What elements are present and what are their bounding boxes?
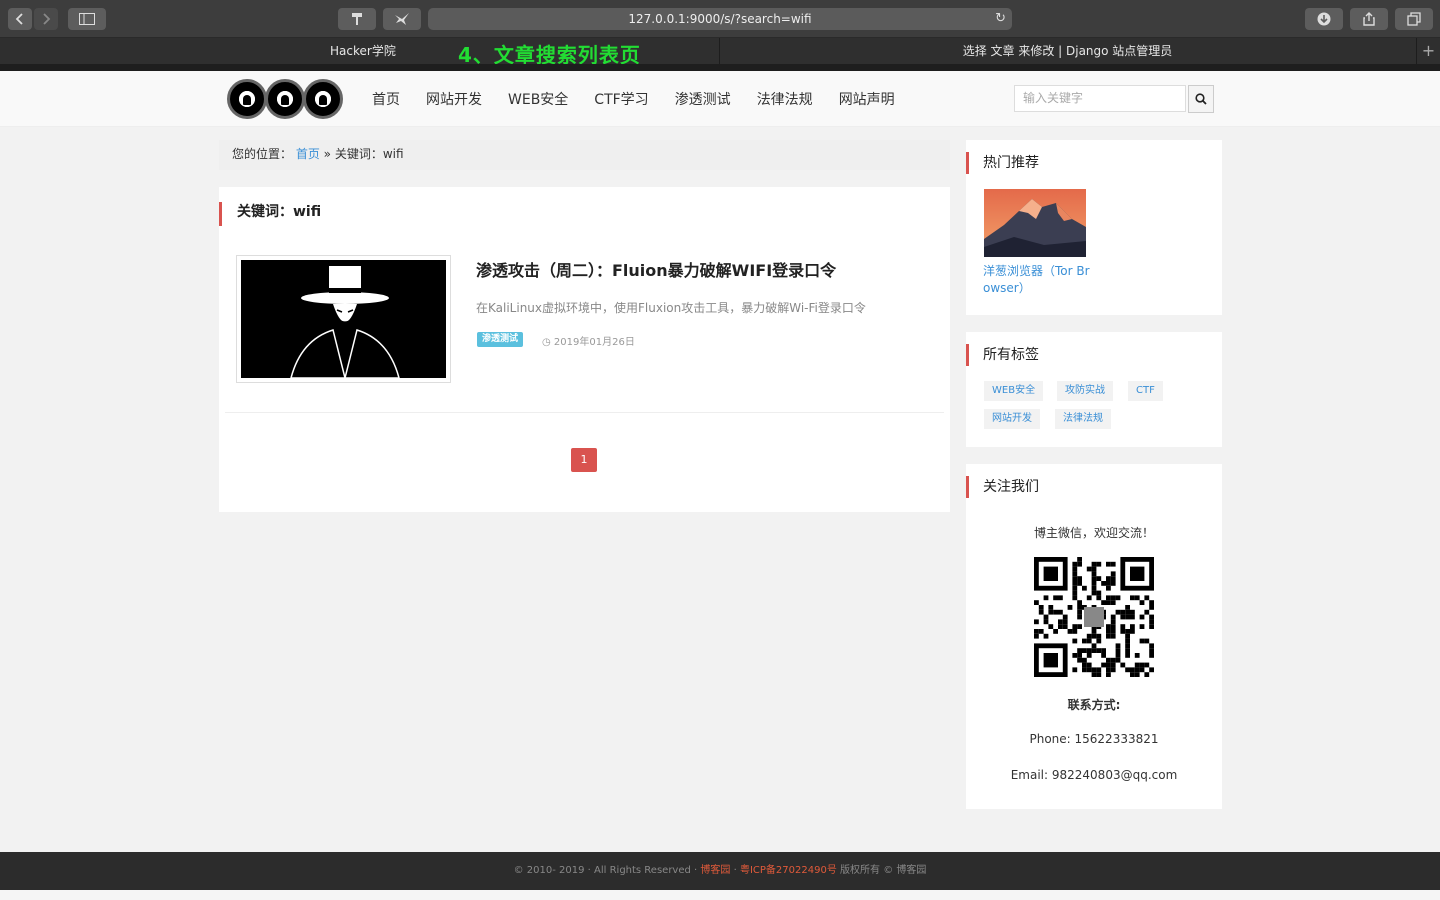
url-text: 127.0.0.1:9000/s/?search=wifi [628, 12, 812, 26]
search-input[interactable]: 输入关键字 [1014, 85, 1186, 112]
chevron-left-icon [15, 13, 23, 25]
bird-icon [395, 13, 409, 25]
site-header: 首页 网站开发 WEB安全 CTF学习 渗透测试 法律法规 网站声明 输入关键字 [0, 71, 1440, 127]
article-title-link[interactable]: 渗透攻击（周二）：Fluion暴力破解WIFI登录口令 [476, 257, 836, 281]
tags-widget: 所有标签 WEB安全 攻防实战 CTF 网站开发 法律法规 [966, 332, 1222, 447]
address-bar[interactable]: 127.0.0.1:9000/s/?search=wifi ↻ [428, 8, 1012, 30]
widget-title: 所有标签 [966, 344, 1039, 366]
icp-link[interactable]: 粤ICP备27022490号 [740, 865, 837, 876]
forward-button[interactable] [34, 8, 58, 30]
wechat-invite: 博主微信，欢迎交流！ [1033, 526, 1154, 540]
article-date-text: 2019年01月26日 [553, 337, 635, 348]
browser-toolbar: 127.0.0.1:9000/s/?search=wifi ↻ [0, 0, 1440, 38]
site-footer: © 2010- 2019 · All Rights Reserved · 博客园… [0, 852, 1440, 890]
follow-widget: 关注我们 博主微信，欢迎交流！ 联系方式: Phone: 15622333821… [966, 464, 1222, 809]
breadcrumb-prefix: 您的位置： [232, 147, 293, 161]
search-icon [1195, 93, 1207, 105]
footer-site-link[interactable]: 博客园 [700, 865, 730, 876]
new-tab-button[interactable]: + [1416, 38, 1440, 64]
tabs-overview-button[interactable] [1395, 8, 1433, 30]
widget-title: 关注我们 [966, 476, 1039, 498]
site-logo[interactable] [227, 79, 343, 119]
tag-web-security[interactable]: WEB安全 [984, 381, 1044, 401]
tag-web-dev[interactable]: 网站开发 [984, 409, 1040, 429]
tab-label: Hacker学院 [330, 44, 396, 58]
article-thumbnail[interactable] [236, 255, 451, 383]
footer-dot: · [733, 865, 737, 876]
nav-web-dev[interactable]: 网站开发 [426, 89, 482, 109]
chevron-right-icon [43, 13, 51, 25]
tag-law[interactable]: 法律法规 [1055, 409, 1111, 429]
nav-home[interactable]: 首页 [372, 89, 400, 109]
main-nav: 首页 网站开发 WEB安全 CTF学习 渗透测试 法律法规 网站声明 [372, 71, 921, 127]
tag-attack-defense[interactable]: 攻防实战 [1057, 381, 1113, 401]
share-icon [1363, 12, 1375, 26]
back-button[interactable] [8, 8, 32, 30]
hot-recommend-widget: 热门推荐 洋葱浏览器（Tor Browser） [966, 140, 1222, 315]
sidebar-icon [79, 13, 95, 25]
copyright-text: © 2010- 2019 · All Rights Reserved · [513, 865, 698, 876]
nav-web-security[interactable]: WEB安全 [508, 89, 568, 109]
nav-ctf[interactable]: CTF学习 [594, 89, 648, 109]
sidebar-toggle-button[interactable] [68, 8, 106, 30]
breadcrumb-home-link[interactable]: 首页 [296, 147, 320, 161]
tab-label: 选择 文章 来修改 | Django 站点管理员 [962, 44, 1173, 58]
nav-statement[interactable]: 网站声明 [839, 89, 895, 109]
nav-law[interactable]: 法律法规 [757, 89, 813, 109]
downloads-button[interactable] [1305, 8, 1343, 30]
article-category-badge[interactable]: 渗透测试 [477, 332, 524, 347]
extension-bird-button[interactable] [383, 8, 421, 30]
breadcrumb-separator: » [319, 147, 335, 161]
breadcrumb-current: 关键词：wifi [334, 147, 404, 161]
mountain-thumbnail[interactable] [984, 189, 1086, 257]
share-button[interactable] [1350, 8, 1388, 30]
widget-title: 热门推荐 [966, 152, 1039, 174]
bottom-strip [0, 890, 1440, 900]
hammer-icon [352, 13, 362, 25]
rights-text: 版权所有 © 博客园 [840, 865, 927, 876]
hot-article-link[interactable]: 洋葱浏览器（Tor Browser） [983, 263, 1093, 297]
tabs-icon [1407, 12, 1421, 26]
nav-pentest[interactable]: 渗透测试 [675, 89, 731, 109]
contact-label: 联系方式: [1067, 698, 1121, 712]
article-date: ◷ 2019年01月26日 [542, 333, 635, 348]
divider [225, 412, 944, 413]
search-results-panel: 关键词：wifi 渗透攻击（周二）：Fluion暴力破解WIFI登录口令 在Ka… [219, 187, 950, 512]
github-icon [265, 79, 305, 119]
github-icon [303, 79, 343, 119]
contact-phone: Phone: 15622333821 [1029, 732, 1159, 746]
anonymous-figure-image [241, 260, 446, 378]
clock-icon: ◷ [542, 337, 551, 348]
pagination-page-1[interactable]: 1 [571, 448, 597, 472]
reload-icon[interactable]: ↻ [995, 8, 1006, 30]
wechat-qr-code [1034, 557, 1154, 677]
breadcrumb: 您的位置： 首页 » 关键词：wifi [219, 140, 950, 170]
github-icon [227, 79, 267, 119]
keyword-heading: 关键词：wifi [219, 202, 321, 226]
search-button[interactable] [1188, 85, 1214, 113]
extension-button[interactable] [338, 8, 376, 30]
article-description: 在KaliLinux虚拟环境中，使用Fluxion攻击工具，暴力破解Wi-Fi登… [476, 301, 866, 315]
download-icon [1317, 12, 1331, 26]
tab-django-admin[interactable]: 选择 文章 来修改 | Django 站点管理员 [720, 38, 1415, 64]
tag-ctf[interactable]: CTF [1128, 381, 1163, 401]
contact-email: Email: 982240803@qq.com [1010, 768, 1178, 782]
tab-bar: Hacker学院 选择 文章 来修改 | Django 站点管理员 + [0, 38, 1440, 64]
chrome-divider [0, 64, 1440, 71]
